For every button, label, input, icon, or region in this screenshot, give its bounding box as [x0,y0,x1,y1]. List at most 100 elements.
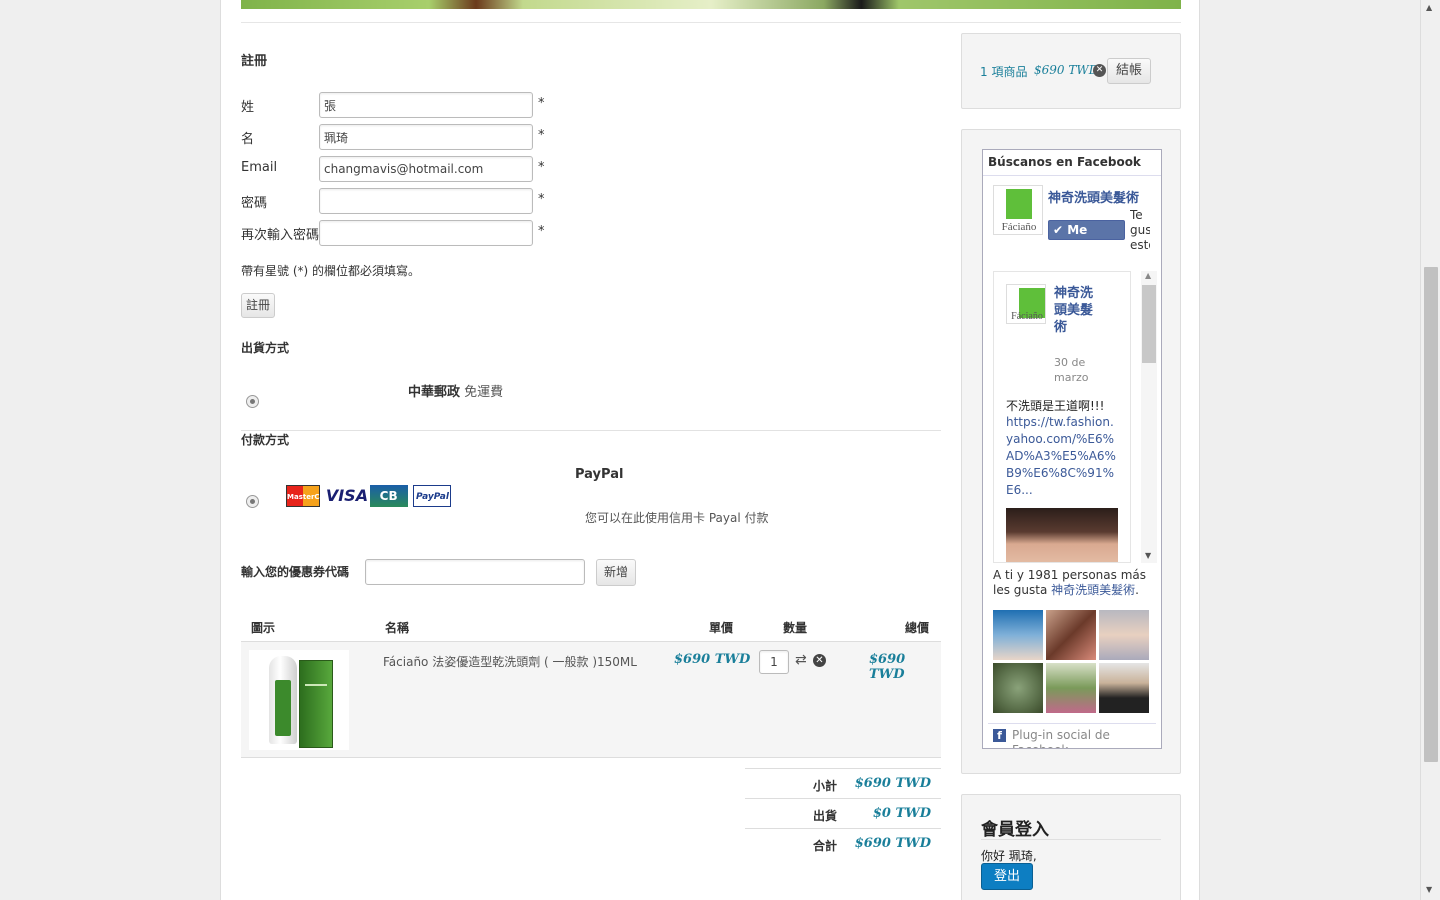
post-image[interactable] [1006,508,1118,562]
th-qty: 數量 [783,621,808,635]
post-link[interactable]: https://tw.fashion.yahoo.com/%E6%AD%A3%E… [1006,414,1118,499]
friend-avatar[interactable] [993,610,1043,660]
quantity-input[interactable] [759,650,789,674]
facebook-page-name[interactable]: 神奇洗頭美髮術 [1048,187,1139,206]
coupon-input[interactable] [365,559,585,585]
required-mark: * [538,192,545,207]
friends-page-link[interactable]: 神奇洗頭美髮術 [1051,583,1135,597]
scroll-up-icon[interactable]: ▲ [1426,3,1432,12]
firstname-label: 名 [241,132,255,147]
payment-option-desc: 您可以在此使用信用卡 Payal 付款 [585,511,769,525]
minicart-remove-icon[interactable]: ✕ [1093,64,1106,77]
register-button[interactable]: 註冊 [241,293,275,318]
visa-icon: VISA [325,485,369,507]
friend-avatar[interactable] [1046,610,1096,660]
login-greeting: 你好 珮琦, [981,849,1037,863]
product-name[interactable]: Fáciaño 法姿優造型乾洗頭劑 ( 一般款 )150ML [383,653,637,670]
refresh-icon[interactable]: ⇄ [795,652,807,668]
plugin-text[interactable]: Plug-in social de Facebook [1012,728,1152,748]
facebook-like-side-text: Te gus esto [1130,208,1150,252]
page-scrollbar[interactable]: ▲ ▼ [1420,0,1440,900]
friends-text: A ti y 1981 personas más les gusta 神奇洗頭美… [993,568,1146,597]
total-value: $690 TWD [854,836,931,851]
shipping-radio[interactable] [246,395,259,408]
friend-avatar[interactable] [1046,663,1096,713]
post-page-name[interactable]: 神奇洗頭美髮術 [1054,285,1094,336]
password-label: 密碼 [241,196,268,211]
payment-option-name: PayPal [575,467,624,482]
shipping-cost-label: 出貨 [812,809,837,823]
shipping-option: 中華郵政 免運費 [408,381,503,400]
email-input[interactable] [319,156,533,182]
cb-icon: CB [369,485,408,507]
friend-avatar[interactable] [993,663,1043,713]
post-text: 不洗頭是王道啊!!! [1006,399,1105,413]
login-title: 會員登入 [981,820,1049,840]
header-banner [241,0,1181,9]
page-container: 註冊 姓 * 名 * Email * 密碼 * 再次輸入密碼 * 帶有星號 (*… [220,0,1200,900]
shipping-cost-value: $0 TWD [872,806,931,821]
shipping-option-name: 中華郵政 [408,385,461,400]
required-mark: * [538,128,545,143]
post-date[interactable]: 30 de marzo [1054,355,1099,385]
required-mark: * [538,224,545,239]
facebook-post: Fáciaño 神奇洗頭美髮術 30 de marzo 不洗頭是王道啊!!! h… [993,271,1131,563]
shipping-option-fee: 免運費 [464,385,504,400]
facebook-title: Búscanos en Facebook [983,150,1161,176]
subtotal-value: $690 TWD [854,776,931,791]
password-confirm-label: 再次輸入密碼 [241,228,320,243]
th-name: 名稱 [385,621,410,635]
email-label: Email [241,160,278,175]
minicart-box: 1 項商品 $690 TWD ✕ 結帳 [961,33,1181,109]
mastercard-icon: MasterCard [286,485,333,507]
page-scroll-thumb[interactable] [1424,267,1438,762]
post-page-logo[interactable]: Fáciaño [1006,284,1046,324]
facebook-icon: f [993,729,1006,742]
payment-radio[interactable] [246,495,259,508]
required-mark: * [538,160,545,175]
subtotal-label: 小計 [812,779,837,793]
required-mark: * [538,96,545,111]
scroll-down-icon[interactable]: ▼ [1426,885,1432,894]
coupon-add-button[interactable]: 新增 [596,559,636,586]
logout-button[interactable]: 登出 [981,863,1033,890]
divider [745,768,941,769]
lastname-label: 姓 [241,100,255,115]
checkout-button[interactable]: 結帳 [1107,58,1151,84]
payment-title: 付款方式 [241,433,290,447]
friend-avatar[interactable] [1099,610,1149,660]
facebook-widget: Búscanos en Facebook Fáciaño 神奇洗頭美髮術 ✔ M… [982,149,1162,749]
firstname-input[interactable] [319,124,533,150]
divider [745,828,941,829]
facebook-like-button[interactable]: ✔ Me gusta [1048,220,1125,255]
facebook-box: Búscanos en Facebook Fáciaño 神奇洗頭美髮術 ✔ M… [961,129,1181,774]
table-row: Fáciaño 法姿優造型乾洗頭劑 ( 一般款 )150ML $690 TWD … [241,642,941,758]
divider [981,839,1161,840]
divider [988,723,1156,724]
post-scroll-thumb[interactable] [1142,285,1156,363]
product-unit-price: $690 TWD [674,652,751,667]
remove-icon[interactable]: ✕ [813,654,826,667]
paypal-icon: PayPal [413,485,452,507]
total-label: 合計 [812,839,837,853]
th-total: 總價 [905,621,930,635]
product-image[interactable] [249,650,349,750]
minicart-price: $690 TWD [1034,63,1099,77]
login-box: 會員登入 你好 珮琦, 登出 [961,794,1181,900]
friend-avatar[interactable] [1099,663,1149,713]
register-title: 註冊 [241,54,268,69]
divider [745,798,941,799]
divider [241,22,1181,23]
password-confirm-input[interactable] [319,220,533,246]
password-input[interactable] [319,188,533,214]
coupon-label: 輸入您的優惠券代碼 [241,565,350,579]
lastname-input[interactable] [319,92,533,118]
card-logos: MasterCard VISA CB PayPal [286,485,453,507]
post-scrollbar[interactable]: ▲ ▼ [1141,271,1157,563]
th-unit-price: 單價 [709,621,734,635]
product-total: $690 TWD [869,652,906,682]
minicart-summary[interactable]: 1 項商品 [980,63,1027,80]
shipping-title: 出貨方式 [241,341,290,355]
th-image: 圖示 [251,621,276,635]
facebook-page-logo[interactable]: Fáciaño [993,185,1043,235]
